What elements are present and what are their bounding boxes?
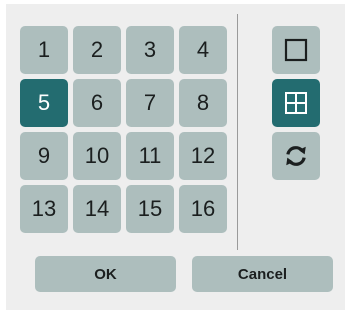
grid-layout-dialog: 1 2 3 4 5 6 7 8 9 10 11 12 13 14 15 16 O… (6, 4, 345, 310)
grid-view-icon (285, 92, 307, 114)
grid-cell-6[interactable]: 6 (73, 79, 121, 127)
vertical-divider (237, 14, 238, 250)
grid-cell-2[interactable]: 2 (73, 26, 121, 74)
grid-cell-5[interactable]: 5 (20, 79, 68, 127)
single-view-button[interactable] (272, 26, 320, 74)
grid-cell-1[interactable]: 1 (20, 26, 68, 74)
grid-cell-7[interactable]: 7 (126, 79, 174, 127)
ok-button[interactable]: OK (35, 256, 176, 292)
refresh-button[interactable] (272, 132, 320, 180)
grid-cell-15[interactable]: 15 (126, 185, 174, 233)
single-view-icon (284, 38, 308, 62)
grid-cell-11[interactable]: 11 (126, 132, 174, 180)
grid-cell-13[interactable]: 13 (20, 185, 68, 233)
cancel-button[interactable]: Cancel (192, 256, 333, 292)
grid-cell-4[interactable]: 4 (179, 26, 227, 74)
grid-cell-14[interactable]: 14 (73, 185, 121, 233)
grid-cell-10[interactable]: 10 (73, 132, 121, 180)
grid-size-picker: 1 2 3 4 5 6 7 8 9 10 11 12 13 14 15 16 (20, 26, 227, 233)
grid-cell-16[interactable]: 16 (179, 185, 227, 233)
grid-cell-9[interactable]: 9 (20, 132, 68, 180)
refresh-icon (286, 146, 306, 166)
grid-view-button[interactable] (272, 79, 320, 127)
grid-cell-3[interactable]: 3 (126, 26, 174, 74)
grid-cell-12[interactable]: 12 (179, 132, 227, 180)
grid-cell-8[interactable]: 8 (179, 79, 227, 127)
